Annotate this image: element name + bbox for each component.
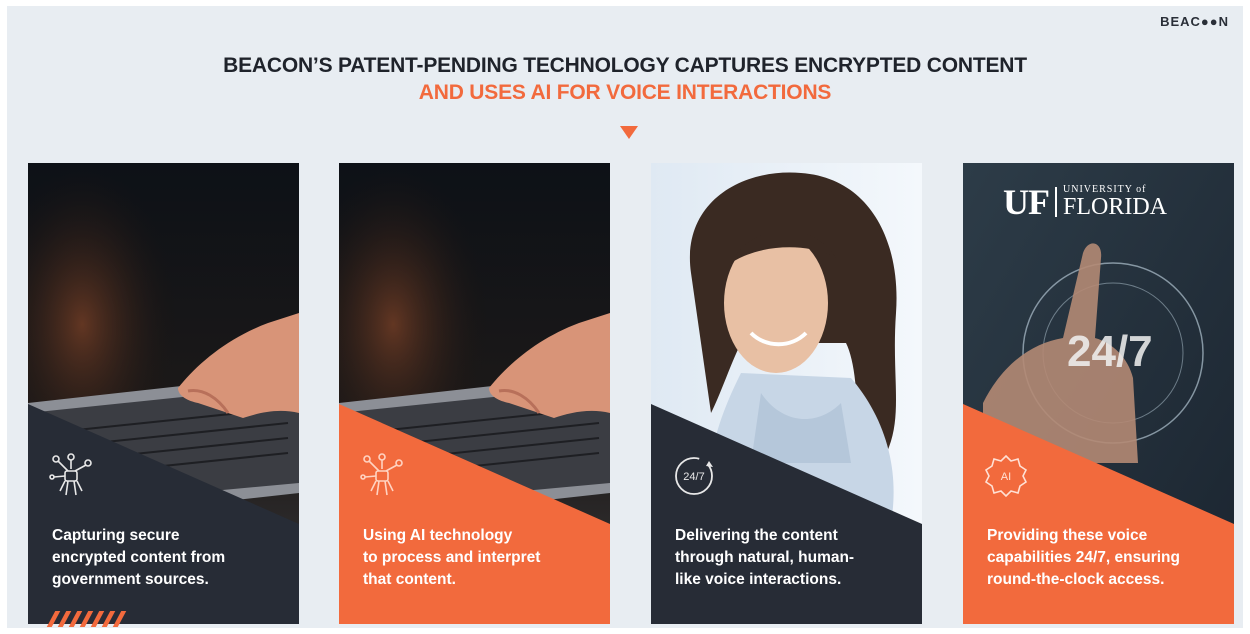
page-subtitle: AND USES AI FOR VOICE INTERACTIONS [418,81,832,104]
svg-text:24/7: 24/7 [683,471,704,483]
down-arrow-icon [620,126,638,139]
university-of-florida-logo: UF UNIVERSITY of FLORIDA [1003,182,1168,222]
clock-24-7-icon: 24/7 [675,457,713,495]
card-description: Delivering the content through natural, … [675,527,855,588]
page-title: BEACON’S PATENT-PENDING TECHNOLOGY CAPTU… [223,54,1027,77]
decorative-stripes [46,611,151,627]
svg-text:AI: AI [1001,471,1011,483]
network-robot-hand-icon [49,453,92,496]
overlay-24-7-text: 24/7 [1067,327,1153,376]
card-description: Capturing secure encrypted content from … [52,527,226,588]
ai-badge-icon: AI [984,454,1028,498]
card-panel [339,404,610,624]
network-robot-hand-icon [360,453,403,496]
card-panel [963,404,1234,624]
card-process: Using AI technology to process and inter… [339,163,610,624]
card-description: Using AI technology to process and inter… [363,527,541,588]
card-capture: Capturing secure encrypted content from … [28,163,299,624]
card-panel [28,404,299,624]
card-description: Providing these voice capabilities 24/7,… [987,527,1180,588]
card-deliver: 24/7 Delivering the content through natu… [651,163,922,624]
beacon-logo: BEAC●●N [1160,14,1229,29]
card-provide: UF UNIVERSITY of FLORIDA 24/7 AI Providi… [963,163,1234,624]
slide: BEAC●●N BEACON’S PATENT-PENDING TECHNOLO… [7,6,1243,628]
card-panel [651,404,922,624]
